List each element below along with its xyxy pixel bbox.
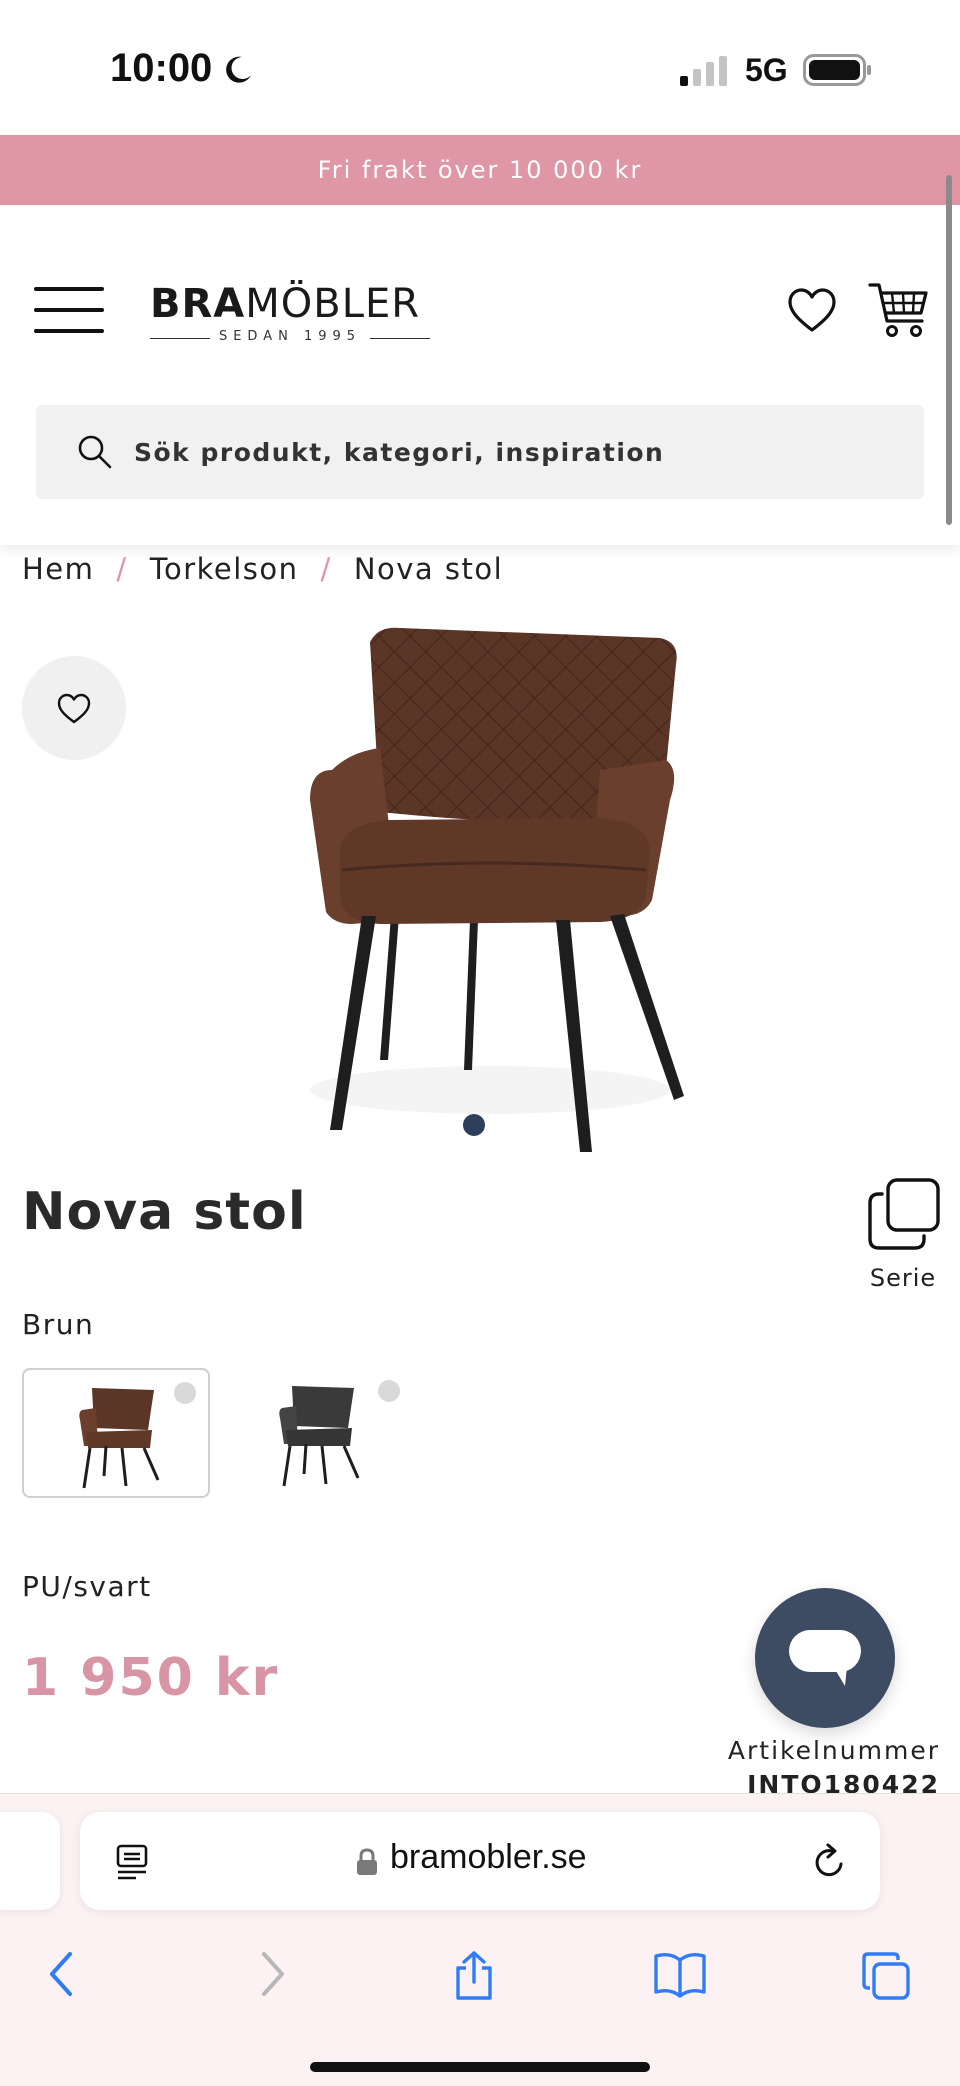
browser-toolbar: bramobler.se xyxy=(0,1793,960,2086)
scrollbar[interactable] xyxy=(946,175,952,525)
breadcrumb-item-torkelson[interactable]: Torkelson xyxy=(150,552,299,586)
home-indicator[interactable] xyxy=(310,2062,650,2072)
search-input[interactable] xyxy=(134,427,894,477)
product-title: Nova stol xyxy=(22,1182,307,1242)
tabs-icon[interactable] xyxy=(860,1950,912,2002)
search-bar[interactable] xyxy=(36,405,924,499)
carousel-dot-active[interactable] xyxy=(463,1114,485,1136)
status-bar: 10:00 5G xyxy=(0,0,960,135)
moon-icon xyxy=(226,56,251,83)
variant-brown[interactable] xyxy=(22,1368,210,1498)
breadcrumb-item-current: Nova stol xyxy=(353,552,504,586)
article-number: INTO180422 xyxy=(747,1770,940,1794)
promo-banner: Fri frakt över 10 000 kr xyxy=(0,135,960,205)
favorite-button[interactable] xyxy=(22,656,126,760)
variant-black[interactable] xyxy=(224,1368,412,1498)
price: 1 950 kr xyxy=(22,1648,280,1708)
serie-label: Serie xyxy=(869,1264,937,1292)
network-label: 5G xyxy=(745,52,788,88)
copy-series-icon xyxy=(868,1178,940,1250)
hamburger-menu-icon[interactable] xyxy=(34,285,106,335)
share-icon[interactable] xyxy=(452,1950,496,2002)
heart-icon xyxy=(57,693,91,724)
logo[interactable]: BRAMÖBLER SEDAN 1995 xyxy=(150,281,430,351)
lock-icon xyxy=(357,1848,377,1875)
status-time: 10:00 xyxy=(110,46,213,90)
breadcrumb: Hem / Torkelson / Nova stol xyxy=(22,552,503,586)
variant-indicator xyxy=(174,1382,196,1404)
chat-bubble-icon xyxy=(789,1630,861,1686)
logo-tagline: SEDAN 1995 xyxy=(150,329,430,344)
reload-icon[interactable] xyxy=(810,1842,850,1882)
serie-button[interactable]: Serie xyxy=(858,1176,948,1296)
address-bar[interactable]: bramobler.se xyxy=(80,1812,880,1910)
search-icon xyxy=(78,435,112,469)
variant-indicator xyxy=(378,1380,400,1402)
forward-icon[interactable] xyxy=(258,1950,288,1998)
url-text: bramobler.se xyxy=(390,1838,587,1876)
breadcrumb-item-hem[interactable]: Hem xyxy=(22,552,94,586)
site-header: BRAMÖBLER SEDAN 1995 xyxy=(0,205,960,545)
cart-icon[interactable] xyxy=(868,279,930,341)
back-icon[interactable] xyxy=(46,1950,76,1998)
previous-tab[interactable] xyxy=(0,1812,60,1910)
signal-icon xyxy=(680,56,727,86)
browser-nav-bar xyxy=(0,1924,960,2024)
variant-thumbnail-brown xyxy=(79,1388,160,1489)
breadcrumb-separator: / xyxy=(320,552,332,586)
battery-icon xyxy=(803,54,871,86)
wishlist-heart-icon[interactable] xyxy=(786,285,838,337)
bookmarks-icon[interactable] xyxy=(652,1950,708,1998)
article-number-label: Artikelnummer xyxy=(727,1736,940,1765)
logo-wordmark: BRAMÖBLER xyxy=(150,281,421,327)
color-label: Brun xyxy=(22,1308,95,1341)
product-image-chair[interactable] xyxy=(270,620,710,1170)
chat-button[interactable] xyxy=(755,1588,895,1728)
reader-mode-icon[interactable] xyxy=(116,1844,150,1880)
breadcrumb-separator: / xyxy=(116,552,128,586)
variant-thumbnail-black xyxy=(279,1386,360,1487)
material-label: PU/svart xyxy=(22,1570,152,1603)
